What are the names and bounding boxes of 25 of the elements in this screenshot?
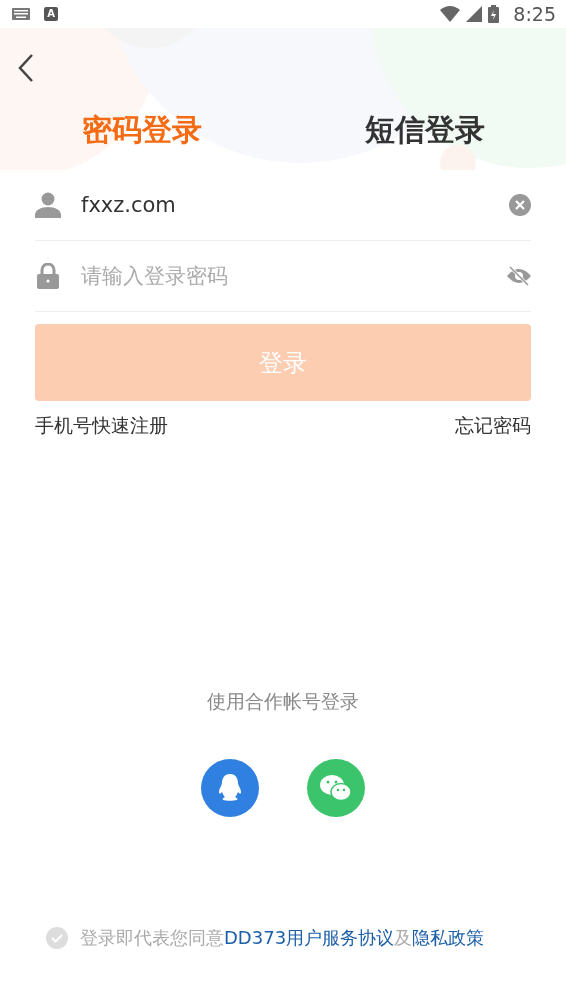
back-icon[interactable] <box>16 53 36 83</box>
chat-bubbles-icon <box>318 773 354 803</box>
agreement-link[interactable]: DD373用户服务协议 <box>224 927 395 948</box>
wifi-icon <box>440 6 461 22</box>
keyboard-icon <box>12 8 30 20</box>
qq-login-button[interactable] <box>201 759 259 817</box>
signal-icon <box>466 6 483 22</box>
battery-icon <box>488 5 500 23</box>
agreement-link[interactable]: 隐私政策 <box>412 927 485 948</box>
wechat-login-button[interactable] <box>307 759 365 817</box>
user-icon <box>35 192 61 218</box>
username-field[interactable]: fxxz.com <box>81 193 489 217</box>
partner-login-title: 使用合作帐号登录 <box>207 689 359 714</box>
password-field[interactable]: 请输入登录密码 <box>81 264 487 288</box>
lock-icon <box>35 263 61 289</box>
agreement-checkbox[interactable] <box>46 927 68 949</box>
login-tab[interactable]: 短信登录 <box>283 110 566 150</box>
forgot-password-link[interactable]: 忘记密码 <box>455 413 531 439</box>
agreement-text: 登录即代表您同意DD373用户服务协议及隐私政策 <box>80 926 485 950</box>
penguin-icon <box>216 772 244 804</box>
register-link[interactable]: 手机号快速注册 <box>35 413 168 439</box>
clear-icon[interactable] <box>509 194 531 216</box>
eye-off-icon[interactable] <box>507 266 531 286</box>
notification-badge: A <box>44 7 58 21</box>
clock-time: 8:25 <box>513 3 556 25</box>
